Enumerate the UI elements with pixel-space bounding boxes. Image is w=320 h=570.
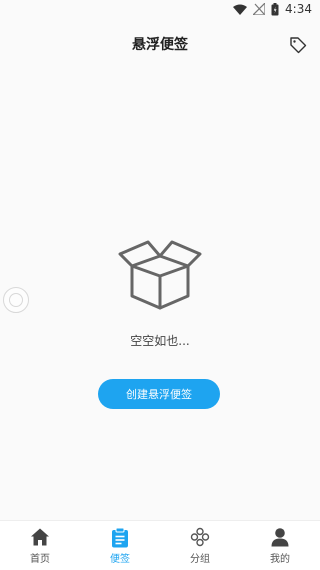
empty-box-icon [118, 240, 202, 310]
tag-button[interactable] [288, 35, 308, 55]
group-icon [190, 527, 210, 547]
app-header: 悬浮便签 [0, 28, 320, 60]
nav-label-notes: 便签 [110, 554, 130, 565]
status-bar: 4:34 [0, 0, 320, 18]
nav-item-home[interactable]: 首页 [0, 521, 80, 570]
note-icon [112, 527, 128, 547]
nav-item-profile[interactable]: 我的 [240, 521, 320, 570]
status-time: 4:34 [285, 2, 312, 16]
wifi-icon [233, 4, 248, 15]
floating-ball-inner [9, 293, 23, 307]
empty-state: 空空如也... [0, 238, 320, 349]
nav-label-profile: 我的 [270, 554, 290, 565]
empty-state-text: 空空如也... [130, 334, 190, 348]
tag-icon [290, 37, 307, 54]
nav-item-groups[interactable]: 分组 [160, 521, 240, 570]
signal-icon [253, 3, 266, 15]
profile-icon [271, 528, 289, 547]
floating-ball[interactable] [3, 287, 29, 313]
nav-label-groups: 分组 [190, 554, 210, 565]
nav-label-home: 首页 [30, 554, 50, 565]
page-title: 悬浮便签 [132, 37, 188, 53]
create-floating-note-button[interactable]: 创建悬浮便签 [98, 379, 220, 409]
bottom-nav: 首页 便签 分组 我的 [0, 520, 320, 570]
home-icon [31, 528, 49, 546]
battery-icon [271, 2, 279, 15]
nav-item-notes[interactable]: 便签 [80, 521, 160, 570]
